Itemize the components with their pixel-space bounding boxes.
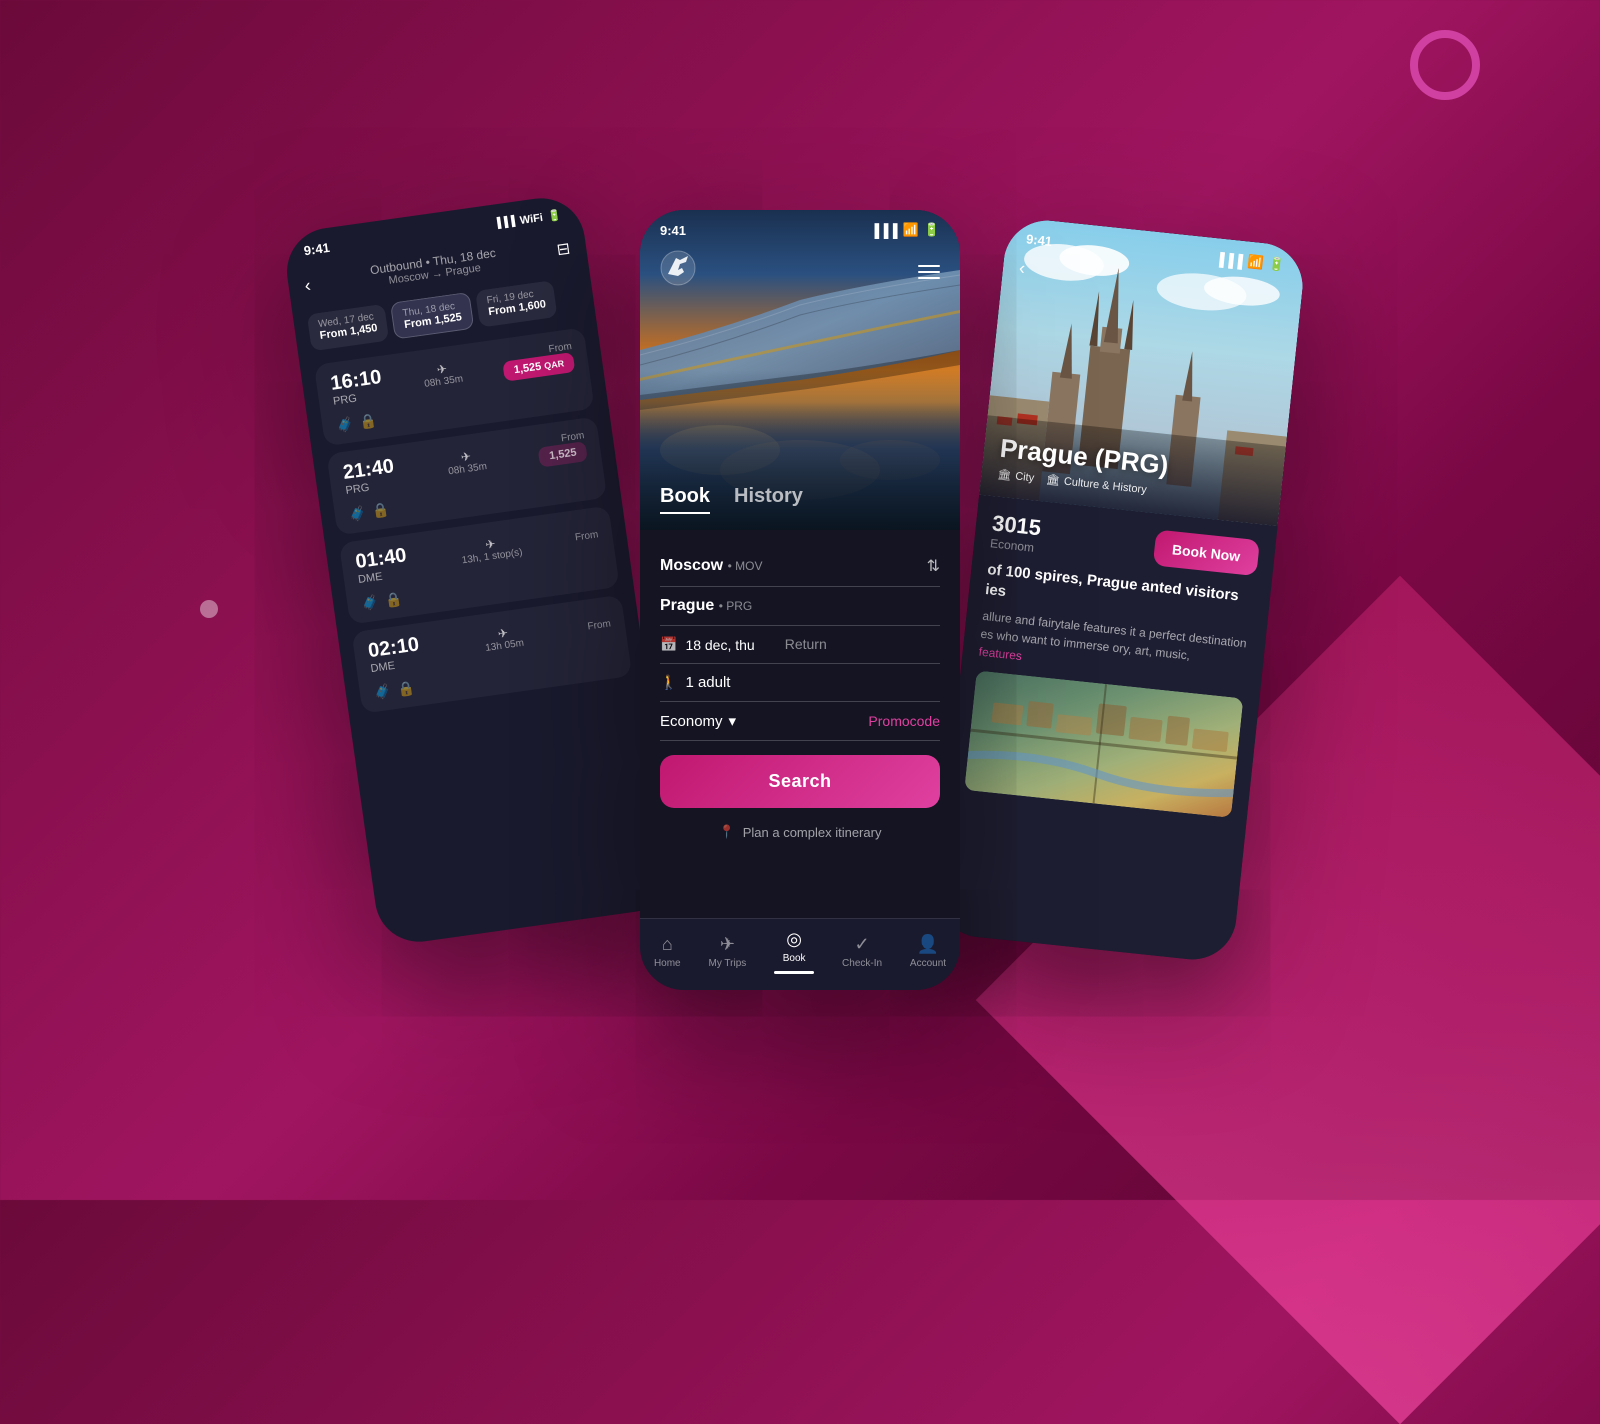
time-center: 9:41 [660, 223, 686, 238]
amenity-icon-lock-3: 🔒 [396, 679, 416, 698]
search-form: Moscow • MOV ⇅ Prague • PRG 📅 18 dec [640, 530, 960, 918]
book-history-tabs: Book History [660, 485, 803, 514]
amenity-icon-bag-3: 🧳 [373, 683, 393, 702]
bg-decoration-dot [200, 600, 218, 618]
map-pin-icon: 📍 [719, 824, 735, 840]
date-row[interactable]: 📅 18 dec, thu Return [660, 626, 940, 664]
center-hero: 9:41 ▐▐▐ 📶 🔋 [640, 210, 960, 530]
search-button[interactable]: Search [660, 755, 940, 808]
nav-account-label: Account [910, 958, 946, 969]
trips-icon: ✈ [720, 934, 735, 955]
aerial-bg [964, 670, 1243, 817]
wifi-icon: WiFi [519, 211, 544, 226]
filter-icon[interactable]: ⊟ [555, 238, 571, 260]
chevron-down-icon: ▾ [729, 712, 737, 730]
hamburger-menu[interactable] [918, 265, 940, 279]
departure-date[interactable]: 📅 18 dec, thu [660, 636, 755, 653]
signal-icon-center: ▐▐▐ [870, 223, 898, 238]
amenity-icon-bag-2: 🧳 [360, 593, 380, 612]
center-navbar [640, 250, 960, 293]
nav-book[interactable]: ◎ Book [774, 929, 814, 974]
destination-city: Prague [660, 597, 714, 614]
origin-code: • MOV [728, 559, 763, 573]
home-icon: ⌂ [662, 934, 673, 955]
airline-logo [660, 250, 696, 293]
flight-from-label-2: From [574, 529, 599, 543]
tab-history[interactable]: History [734, 485, 803, 514]
phones-container: 9:41 ▐▐▐ WiFi 🔋 ‹ Outbound • Thu, 18 dec… [300, 150, 1300, 1050]
city-icon: 🏛 [997, 468, 1012, 482]
nav-my-trips[interactable]: ✈ My Trips [709, 934, 747, 969]
time-left: 9:41 [303, 240, 331, 258]
bottom-navigation: ⌂ Home ✈ My Trips ◎ Book ✓ Check-In � [640, 918, 960, 990]
back-button-left[interactable]: ‹ [303, 274, 312, 296]
tab-book[interactable]: Book [660, 485, 710, 514]
nav-checkin[interactable]: ✓ Check-In [842, 934, 882, 969]
passenger-icon: 🚶 [660, 674, 677, 691]
flight-from-label-3: From [587, 618, 612, 632]
city-tag-label: City [1015, 470, 1035, 484]
account-icon: 👤 [917, 934, 939, 955]
status-icons-left: ▐▐▐ WiFi 🔋 [493, 208, 562, 230]
features-text: features [978, 645, 1023, 663]
battery-icon-right: 🔋 [1268, 256, 1286, 274]
status-bar-center: 9:41 ▐▐▐ 📶 🔋 [640, 210, 960, 244]
bg-decoration-circle [1410, 30, 1480, 100]
culture-icon: 🏛 [1045, 473, 1060, 487]
status-icons-right: ▐▐▐ 📶 🔋 [1214, 250, 1285, 273]
city-aerial-image [964, 670, 1243, 817]
promo-code-field[interactable]: Promocode [868, 713, 940, 729]
phone-center: 9:41 ▐▐▐ 📶 🔋 [640, 210, 960, 990]
hamburger-line-1 [918, 265, 940, 267]
nav-checkin-label: Check-In [842, 958, 882, 969]
cabin-promo-row: Economy ▾ Promocode [660, 702, 940, 741]
complex-itinerary-link[interactable]: 📍 Plan a complex itinerary [660, 818, 940, 846]
nav-trips-label: My Trips [709, 958, 747, 969]
wifi-icon-right: 📶 [1247, 254, 1265, 272]
date-value: 18 dec, thu [685, 637, 754, 653]
hamburger-line-2 [918, 271, 940, 273]
phone-left: 9:41 ▐▐▐ WiFi 🔋 ‹ Outbound • Thu, 18 dec… [281, 193, 678, 948]
amenity-icon-bag-1: 🧳 [348, 504, 368, 523]
cabin-class-select[interactable]: Economy ▾ [660, 712, 736, 730]
swap-button[interactable]: ⇅ [927, 556, 940, 576]
book-now-button[interactable]: Book Now [1152, 529, 1260, 576]
active-indicator [774, 971, 814, 974]
hamburger-line-3 [918, 277, 940, 279]
amenity-icon-lock-1: 🔒 [371, 501, 391, 520]
right-hero: 9:41 ▐▐▐ 📶 🔋 ‹ Prague (PRG) 🏛 C [979, 216, 1307, 526]
nav-home-label: Home [654, 958, 681, 969]
wifi-icon-center: 📶 [903, 222, 919, 238]
signal-icon-right: ▐▐▐ [1214, 251, 1243, 269]
origin-field[interactable]: Moscow • MOV ⇅ [660, 546, 940, 587]
signal-icon: ▐▐▐ [493, 216, 516, 230]
phone-right: 9:41 ▐▐▐ 📶 🔋 ‹ Prague (PRG) 🏛 C [933, 216, 1307, 963]
complex-itinerary-label: Plan a complex itinerary [743, 825, 882, 840]
passengers-field[interactable]: 🚶 1 adult [660, 664, 940, 702]
amenity-icon-lock-2: 🔒 [384, 590, 404, 609]
battery-icon-center: 🔋 [924, 222, 940, 238]
nav-account[interactable]: 👤 Account [910, 934, 946, 969]
battery-icon: 🔋 [547, 208, 562, 223]
amenity-icon-lock: 🔒 [359, 412, 379, 431]
destination-field[interactable]: Prague • PRG [660, 587, 940, 626]
right-content: 3015 Econom Book Now of 100 spires, Prag… [933, 495, 1277, 964]
calendar-icon: 📅 [660, 636, 677, 653]
return-label[interactable]: Return [785, 636, 827, 653]
status-icons-center: ▐▐▐ 📶 🔋 [870, 222, 940, 238]
cabin-class-value: Economy [660, 713, 723, 730]
passenger-count: 1 adult [685, 674, 730, 691]
destination-code: • PRG [719, 599, 753, 613]
checkin-icon: ✓ [854, 934, 869, 955]
nav-book-label: Book [783, 953, 806, 964]
nav-home[interactable]: ⌂ Home [654, 934, 681, 969]
amenity-icon-bag: 🧳 [335, 415, 355, 434]
origin-city: Moscow [660, 557, 723, 574]
time-right: 9:41 [1025, 231, 1052, 249]
book-icon: ◎ [786, 929, 802, 950]
